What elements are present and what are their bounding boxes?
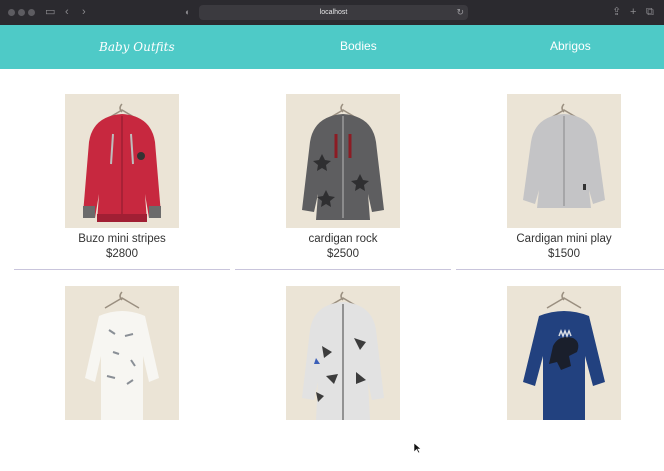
minimize-window-icon[interactable]: [18, 9, 25, 16]
product-card[interactable]: cardigan rock $2500: [235, 69, 451, 270]
back-icon[interactable]: ‹: [65, 4, 69, 20]
product-name: Buzo mini stripes: [78, 233, 166, 245]
reload-icon[interactable]: ↻: [456, 5, 464, 20]
white-print-jacket-image: [302, 291, 384, 420]
zoom-window-icon[interactable]: [28, 9, 35, 16]
close-window-icon[interactable]: [8, 9, 15, 16]
light-grey-hoodie-image: [523, 103, 605, 208]
address-text: localhost: [319, 9, 348, 16]
product-photo[interactable]: [65, 94, 179, 228]
tab-overview-icon[interactable]: ⧉: [646, 4, 654, 20]
privacy-shield-icon[interactable]: ◐: [185, 5, 190, 20]
nav-link-abrigos[interactable]: Abrigos: [550, 25, 591, 67]
product-card[interactable]: [14, 271, 230, 471]
browser-toolbar: ▭ ‹ › ◐ localhost ↻ ⇪ + ⧉: [0, 0, 664, 25]
mouse-cursor-icon: [414, 443, 422, 453]
product-photo[interactable]: [286, 286, 400, 420]
forward-icon[interactable]: ›: [82, 4, 86, 20]
white-bodysuit-image: [85, 291, 159, 420]
product-photo[interactable]: [507, 286, 621, 420]
product-photo[interactable]: [286, 94, 400, 228]
sidebar-icon[interactable]: ▭: [45, 4, 55, 20]
product-photo[interactable]: [65, 286, 179, 420]
site-navbar: Baby Outfits Bodies Abrigos: [0, 25, 664, 69]
product-card[interactable]: [235, 271, 451, 471]
product-card[interactable]: Buzo mini stripes $2800: [14, 69, 230, 270]
navy-dino-bodysuit-image: [523, 291, 605, 420]
product-card[interactable]: Cardigan mini play $1500: [456, 69, 664, 270]
brand-logo[interactable]: Baby Outfits: [99, 25, 175, 69]
product-card[interactable]: [456, 271, 664, 471]
product-name: cardigan rock: [308, 233, 378, 245]
share-icon[interactable]: ⇪: [612, 4, 621, 20]
product-price: $1500: [548, 248, 580, 260]
new-tab-icon[interactable]: +: [630, 4, 636, 20]
nav-link-bodies[interactable]: Bodies: [340, 25, 377, 67]
product-grid: Buzo mini stripes $2800 cardigan rock $2…: [0, 69, 664, 453]
grey-star-hoodie-image: [302, 103, 384, 220]
red-hoodie-image: [83, 103, 161, 222]
product-photo[interactable]: [507, 94, 621, 228]
product-price: $2500: [327, 248, 359, 260]
address-bar[interactable]: ◐ localhost ↻: [185, 5, 468, 20]
product-name: Cardigan mini play: [516, 233, 612, 245]
product-price: $2800: [106, 248, 138, 260]
